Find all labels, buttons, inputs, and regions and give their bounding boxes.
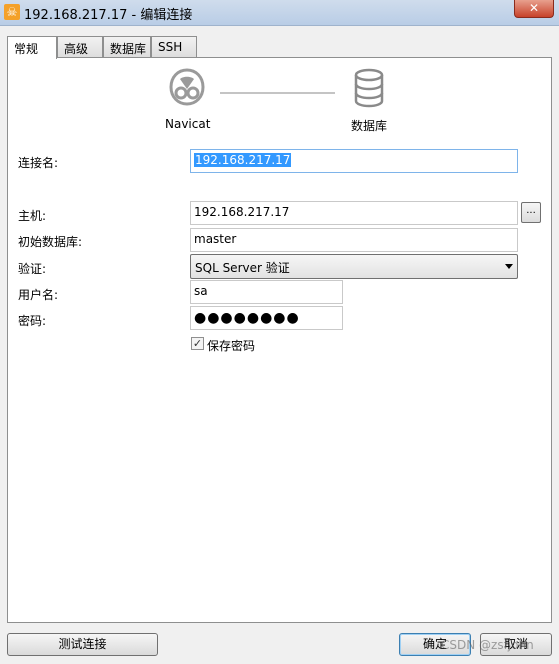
- password-input[interactable]: ●●●●●●●●: [190, 306, 343, 330]
- username-value: sa: [194, 284, 208, 298]
- auth-value: SQL Server 验证: [195, 261, 290, 275]
- tab-advanced[interactable]: 高级: [57, 36, 103, 58]
- close-button[interactable]: ✕: [514, 0, 554, 18]
- host-input[interactable]: 192.168.217.17: [190, 201, 518, 225]
- connection-name-label: 连接名:: [18, 156, 59, 170]
- watermark: CSDN @zsfjohn: [441, 638, 534, 652]
- title-bar: ☠ 192.168.217.17 - 编辑连接 ✕: [0, 0, 559, 26]
- username-input[interactable]: sa: [190, 280, 343, 304]
- initial-database-value: master: [194, 232, 237, 246]
- username-label: 用户名:: [18, 288, 59, 302]
- database-caption: 数据库: [351, 119, 388, 133]
- app-icon: ☠: [4, 4, 20, 20]
- auth-label: 验证:: [18, 262, 47, 276]
- auth-select[interactable]: SQL Server 验证: [190, 254, 518, 279]
- connection-line: [220, 92, 335, 94]
- initial-database-label: 初始数据库:: [18, 235, 83, 249]
- connection-name-value: 192.168.217.17: [194, 153, 292, 167]
- tab-general[interactable]: 常规: [7, 36, 57, 59]
- tab-panel-general: [7, 57, 552, 623]
- save-password-label: 保存密码: [207, 339, 256, 353]
- navicat-logo-icon: [169, 68, 205, 106]
- tab-databases[interactable]: 数据库: [103, 36, 151, 58]
- password-value: ●●●●●●●●: [194, 310, 300, 326]
- chevron-down-icon: [505, 264, 513, 269]
- navicat-caption: Navicat: [165, 117, 211, 131]
- host-label: 主机:: [18, 209, 47, 223]
- connection-name-input[interactable]: 192.168.217.17: [190, 149, 518, 173]
- test-connection-button[interactable]: 测试连接: [7, 633, 158, 656]
- password-label: 密码:: [18, 314, 47, 328]
- save-password-checkbox[interactable]: ✓: [191, 337, 204, 350]
- host-value: 192.168.217.17: [194, 205, 290, 219]
- window-title: 192.168.217.17 - 编辑连接: [24, 8, 193, 23]
- host-browse-button[interactable]: ...: [521, 202, 541, 223]
- tab-ssh[interactable]: SSH: [151, 36, 197, 58]
- database-icon: [354, 68, 384, 108]
- initial-database-input[interactable]: master: [190, 228, 518, 252]
